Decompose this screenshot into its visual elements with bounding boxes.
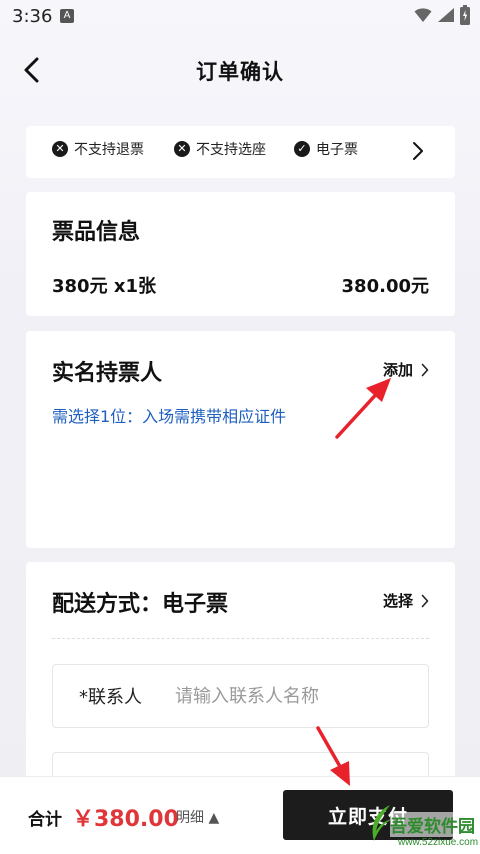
chevron-right-icon [421,594,429,607]
contact-field-row[interactable]: *联系人 [52,664,429,728]
tag-label: 电子票 [316,142,358,158]
tag-no-refund: ✕ 不支持退票 [52,139,144,159]
signal-icon [438,8,454,22]
contact-name-input[interactable] [173,679,417,713]
tag-label: 不支持选座 [196,142,266,158]
total-label: 合计 [28,810,62,830]
ticket-subtotal: 380.00元 [341,276,429,297]
wifi-icon [414,8,432,22]
price-detail-toggle[interactable]: 明细 ▲ [176,807,219,827]
total-amount: ￥380.00 [72,807,179,832]
delivery-card: 配送方式：电子票 选择 *联系人 [26,562,455,793]
battery-icon [460,5,470,25]
select-delivery-button[interactable]: 选择 [383,590,429,611]
tag-label: 不支持退票 [74,142,144,158]
tag-e-ticket: ✓ 电子票 [294,139,358,159]
chevron-right-icon [421,363,429,376]
check-circle-icon: ✓ [294,141,310,157]
top-nav-bar: 订单确认 [0,44,480,100]
add-holder-label: 添加 [382,361,413,379]
tag-no-seat-selection: ✕ 不支持选座 [174,139,266,159]
ticket-info-title: 票品信息 [52,220,141,245]
site-watermark: 吾爱软件园 www.52zixue.com [368,797,479,851]
divider [52,638,429,639]
notification-app-icon: A [60,9,74,23]
select-delivery-label: 选择 [382,592,413,610]
holder-requirement-hint: 需选择1位：入场需携带相应证件 [52,407,287,426]
ticket-info-card: 票品信息 380元 x1张 380.00元 [26,192,455,316]
chevron-right-icon[interactable] [411,140,425,162]
delivery-method-title: 配送方式：电子票 [52,592,229,617]
x-circle-icon: ✕ [52,141,68,157]
status-bar: 3:36 A [0,0,480,34]
watermark-url: www.52zixue.com [398,837,479,848]
page-title: 订单确认 [196,60,284,84]
ticket-price-quantity: 380元 x1张 [52,276,156,297]
add-holder-button[interactable]: 添加 [383,359,429,380]
x-circle-icon: ✕ [174,141,190,157]
ticket-policy-tags[interactable]: ✕ 不支持退票 ✕ 不支持选座 ✓ 电子票 [26,126,455,178]
status-time: 3:36 [12,6,53,27]
ticket-holder-title: 实名持票人 [52,361,163,386]
watermark-name: 吾爱软件园 [390,812,475,837]
contact-label: *联系人 [79,687,142,708]
ticket-holder-card: 实名持票人 添加 需选择1位：入场需携带相应证件 [26,331,455,548]
